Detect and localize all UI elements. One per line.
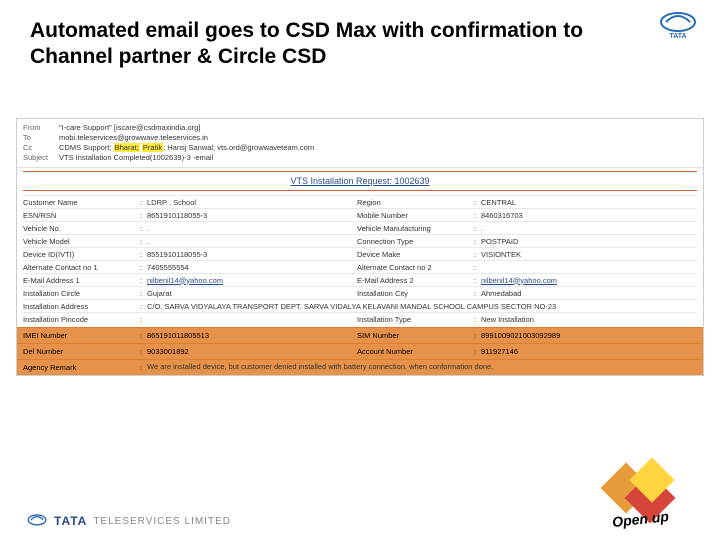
request-title: VTS Installation Request: 1002639 [17, 176, 703, 186]
orange-row: IMEI Number:865191011805513SIM Number:89… [17, 327, 703, 343]
from-value: "I-care Support" [iscare@csdmaxindia.org… [59, 123, 697, 132]
orange-band: IMEI Number:865191011805513SIM Number:89… [17, 327, 703, 375]
email-header: From"I-care Support" [iscare@csdmaxindia… [17, 119, 703, 168]
data-row: E-Mail Address 1:nilbenil14@yahoo.comE-M… [23, 273, 697, 286]
divider [23, 190, 697, 191]
cc-highlight-1: Bharat; [114, 143, 140, 152]
footer-brand: TATA TELESERVICES LIMITED [26, 512, 231, 530]
data-row: Device ID(IVTI):8551910118055-3Device Ma… [23, 247, 697, 260]
divider [23, 171, 697, 172]
data-row: Alternate Contact no 1:7405555554Alterna… [23, 260, 697, 273]
orange-row: Del Number:9033001892Account Number:9119… [17, 343, 703, 359]
svg-text:Open up: Open up [611, 508, 670, 530]
footer-teleservices: TELESERVICES LIMITED [93, 516, 231, 527]
cc-value: CDMS Support; Bharat; Pratik; Hansj Sanw… [59, 143, 697, 152]
tata-logo: TATA [658, 12, 698, 40]
to-label: To [23, 133, 59, 142]
slide-title: Automated email goes to CSD Max with con… [30, 18, 590, 71]
data-grid: Customer Name:LDRP . SchoolRegion:CENTRA… [17, 195, 703, 327]
cc-highlight-2: Pratik [142, 143, 163, 152]
data-row: Customer Name:LDRP . SchoolRegion:CENTRA… [23, 195, 697, 208]
subject-value: VTS Installation Completed(1002639)-3 -e… [59, 153, 697, 162]
data-row: Installation Circle:GujaratInstallation … [23, 286, 697, 299]
svg-text:TATA: TATA [669, 33, 686, 40]
data-row: Vehicle No.:.Vehicle Manufacturing:. [23, 221, 697, 234]
from-label: From [23, 123, 59, 132]
to-value: mobi.teleservices@growwave.teleservices.… [59, 133, 697, 142]
email-content: From"I-care Support" [iscare@csdmaxindia… [16, 118, 704, 376]
data-row: Installation Pincode:Installation Type:N… [23, 312, 697, 325]
data-row: Installation Address:C/O. SARVA VIDYALAY… [23, 299, 697, 312]
subject-label: Subject [23, 153, 59, 162]
orange-row: Agency Remark:We are installed device, b… [17, 359, 703, 375]
cc-label: Cc [23, 143, 59, 152]
data-row: ESN/RSN:8651910118055-3Mobile Number:846… [23, 208, 697, 221]
data-row: Vehicle Model:.Connection Type:POSTPAID [23, 234, 697, 247]
footer-tata: TATA [54, 514, 87, 528]
open-up-logo: Open up [586, 462, 696, 532]
